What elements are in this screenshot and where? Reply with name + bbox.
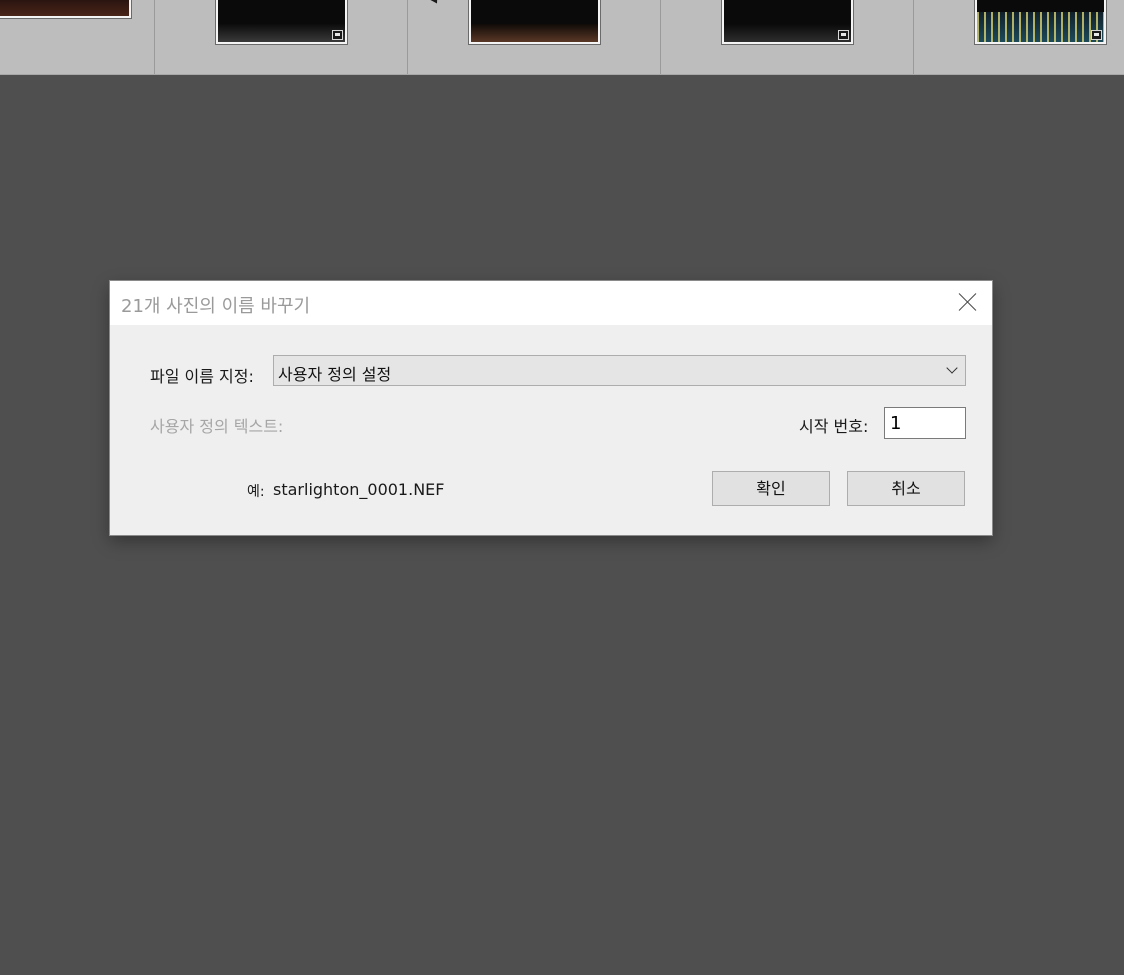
start-number-input[interactable] — [884, 407, 966, 439]
thumbnail-image — [218, 24, 345, 42]
cancel-button[interactable]: 취소 — [847, 471, 965, 506]
filmstrip — [0, 0, 1124, 75]
example-label: 예: — [247, 484, 265, 500]
start-number-label: 시작 번호: — [799, 417, 869, 436]
ok-button[interactable]: 확인 — [712, 471, 830, 506]
photo-thumbnail[interactable] — [468, 0, 601, 45]
file-naming-label: 파일 이름 지정: — [150, 367, 254, 386]
photo-thumbnail[interactable] — [721, 0, 854, 45]
dialog-titlebar: 21개 사진의 이름 바꾸기 — [110, 281, 992, 325]
file-naming-selected-value: 사용자 정의 설정 — [278, 365, 392, 384]
file-naming-dropdown[interactable]: 사용자 정의 설정 — [273, 355, 966, 386]
rename-photos-dialog: 21개 사진의 이름 바꾸기 파일 이름 지정: 사용자 정의 설정 사용자 정… — [110, 281, 992, 535]
thumbnail-image — [0, 0, 129, 16]
thumbnail-image — [471, 24, 598, 42]
filmstrip-cell[interactable] — [661, 0, 914, 74]
thumbnail-image — [724, 24, 851, 42]
filmstrip-cell[interactable] — [408, 0, 661, 74]
filmstrip-cell[interactable] — [914, 0, 1124, 74]
photo-thumbnail[interactable] — [974, 0, 1107, 45]
example-filename: starlighton_0001.NEF — [273, 480, 445, 499]
photo-thumbnail[interactable] — [0, 0, 132, 19]
filmstrip-cell[interactable] — [155, 0, 408, 74]
comment-badge-icon[interactable] — [332, 30, 343, 40]
custom-text-label: 사용자 정의 텍스트: — [150, 417, 284, 436]
thumbnail-image — [977, 12, 1104, 42]
comment-badge-icon[interactable] — [838, 30, 849, 40]
photo-thumbnail[interactable] — [215, 0, 348, 45]
dialog-title: 21개 사진의 이름 바꾸기 — [121, 296, 311, 317]
filmstrip-cell[interactable] — [0, 0, 155, 74]
close-icon[interactable] — [958, 292, 978, 312]
chevron-down-icon — [946, 362, 958, 374]
comment-badge-icon[interactable] — [1091, 30, 1102, 40]
